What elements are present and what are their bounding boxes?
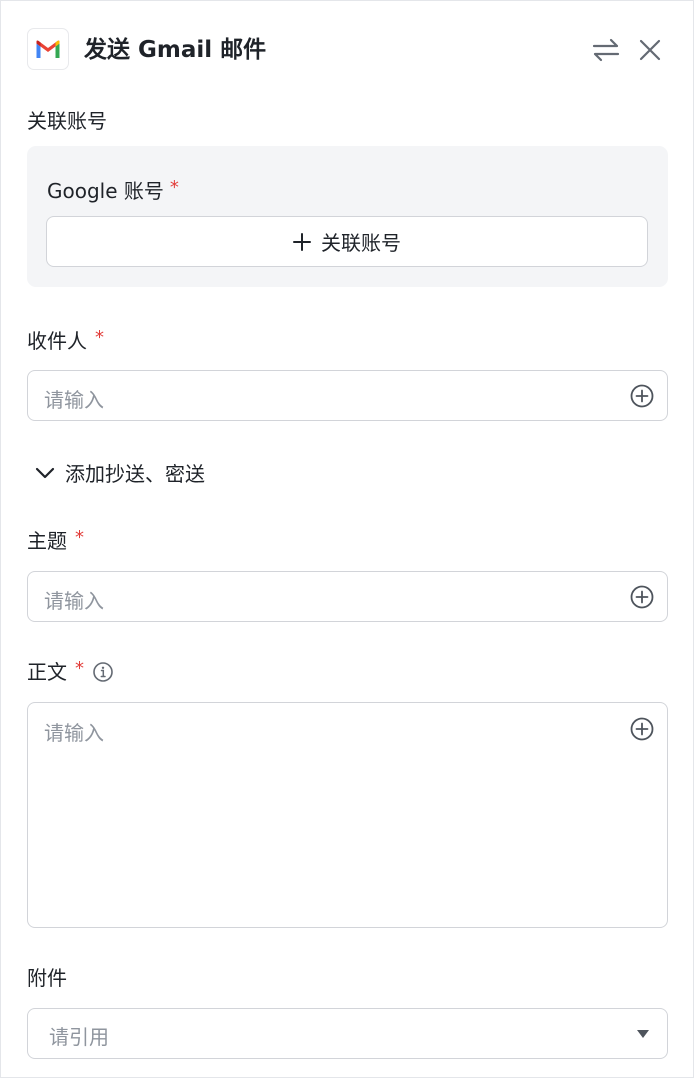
recipient-placeholder: 请输入 [44, 388, 104, 412]
chevron-down-icon [35, 467, 55, 478]
plus-icon [293, 232, 311, 251]
account-section-label: 关联账号 [27, 109, 107, 133]
insert-variable-icon[interactable] [629, 716, 655, 742]
body-placeholder: 请输入 [44, 721, 104, 745]
cc-bcc-label: 添加抄送、密送 [65, 462, 205, 486]
body-textarea[interactable]: 请输入 [27, 702, 668, 928]
info-icon[interactable] [92, 661, 114, 683]
gmail-logo-icon [27, 28, 69, 70]
swap-arrows-icon [592, 38, 620, 62]
close-button[interactable] [633, 33, 667, 67]
link-account-button[interactable]: 关联账号 [46, 216, 648, 267]
close-icon [639, 39, 661, 61]
panel-header: 发送 Gmail 邮件 [27, 28, 667, 72]
recipient-input[interactable]: 请输入 [27, 370, 668, 421]
account-section: Google 账号 * 关联账号 [27, 146, 668, 287]
attachment-label: 附件 [27, 966, 67, 990]
send-gmail-panel: 发送 Gmail 邮件 关联账号 Google 账号 * 关联账号 收件人 * … [0, 0, 694, 1078]
required-mark: * [75, 527, 84, 548]
insert-variable-icon[interactable] [629, 584, 655, 610]
body-label: 正文 * [27, 658, 114, 685]
subject-placeholder: 请输入 [44, 589, 104, 613]
swap-button[interactable] [589, 33, 623, 67]
link-account-label: 关联账号 [321, 231, 401, 255]
attachment-select[interactable]: 请引用 [27, 1008, 668, 1059]
subject-input[interactable]: 请输入 [27, 571, 668, 622]
recipient-label: 收件人 * [27, 327, 104, 353]
caret-down-icon [637, 1030, 649, 1038]
required-mark: * [95, 327, 104, 348]
google-account-label: Google 账号 * [47, 177, 179, 203]
attachment-placeholder: 请引用 [49, 1025, 109, 1049]
panel-title: 发送 Gmail 邮件 [84, 37, 267, 63]
subject-label: 主题 * [27, 527, 84, 553]
cc-bcc-toggle[interactable]: 添加抄送、密送 [35, 458, 205, 487]
required-mark: * [169, 177, 179, 198]
required-mark: * [75, 658, 84, 679]
insert-variable-icon[interactable] [629, 383, 655, 409]
